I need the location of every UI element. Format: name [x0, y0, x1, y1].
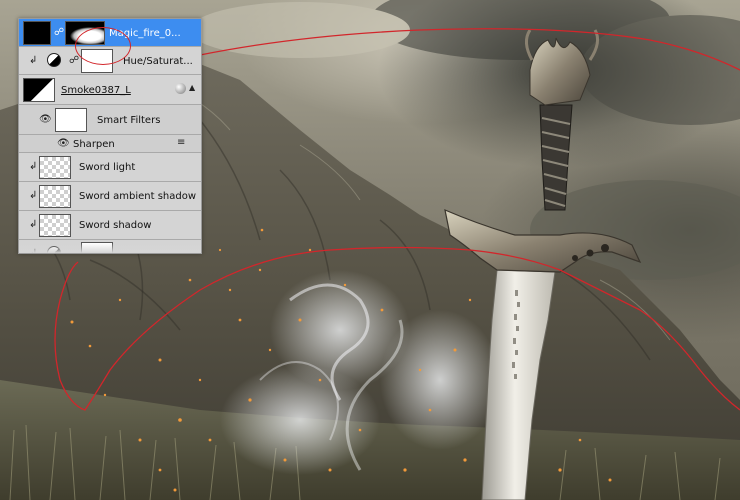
layer-name-label: Smart Filters [97, 115, 161, 126]
clipping-arrow-icon: ↲ [29, 190, 38, 201]
layer-row-smoke[interactable]: Smoke0387_L ▲ [19, 75, 201, 105]
layer-name-label: Magic_fire_0... [109, 28, 181, 39]
layer-thumbnail[interactable] [39, 214, 71, 237]
layer-name-label: Sword light [79, 162, 136, 173]
layer-name-label: Hue/Saturat... [123, 56, 193, 67]
scroll-arrow-icon[interactable]: ▲ [189, 84, 195, 92]
layer-mask-thumbnail[interactable] [65, 21, 105, 45]
layer-thumbnail[interactable] [39, 156, 71, 179]
layer-row-smart-filters[interactable]: 👁 Smart Filters [19, 105, 201, 135]
layer-thumbnail[interactable] [39, 185, 71, 208]
adjustment-layer-icon[interactable] [47, 53, 61, 67]
layer-row-hue-saturation[interactable]: ↲ ☍ Hue/Saturat... [19, 47, 201, 75]
filter-blending-options-icon[interactable]: ≡ [177, 138, 185, 148]
layer-row-sword-light[interactable]: ↲ Sword light [19, 153, 201, 182]
clipping-arrow-icon: ↲ [29, 219, 38, 230]
clipping-arrow-icon: ↲ [29, 55, 38, 66]
layer-name-label: Sword ambient shadow [79, 191, 197, 202]
chain-link-icon[interactable]: ☍ [69, 56, 79, 66]
layer-name-label: Sharpen [73, 139, 115, 150]
layer-row-sword-shadow[interactable]: ↲ Sword shadow [19, 211, 201, 240]
layer-row-sharpen[interactable]: 👁 Sharpen ≡ [19, 135, 201, 153]
layers-panel: ☍ Magic_fire_0... ↲ ☍ Hue/Saturat... Smo… [18, 18, 202, 254]
eye-visibility-icon[interactable]: 👁 [57, 139, 70, 149]
layer-name-label: Sword shadow [79, 220, 152, 231]
adjustment-mask-thumbnail[interactable] [81, 49, 113, 73]
filter-mask-thumbnail[interactable] [55, 108, 87, 132]
panel-fade [19, 243, 201, 253]
layer-name-label: Smoke0387_L [61, 85, 131, 96]
chain-link-icon[interactable]: ☍ [54, 28, 64, 38]
layer-thumbnail[interactable] [23, 21, 51, 45]
smart-filter-indicator-icon[interactable] [175, 83, 186, 94]
layer-row-magic-fire[interactable]: ☍ Magic_fire_0... [19, 19, 201, 47]
layer-row-sword-ambient-shadow[interactable]: ↲ Sword ambient shadow [19, 182, 201, 211]
eye-visibility-icon[interactable]: 👁 [39, 115, 52, 125]
smart-object-thumbnail[interactable] [23, 78, 55, 102]
clipping-arrow-icon: ↲ [29, 161, 38, 172]
